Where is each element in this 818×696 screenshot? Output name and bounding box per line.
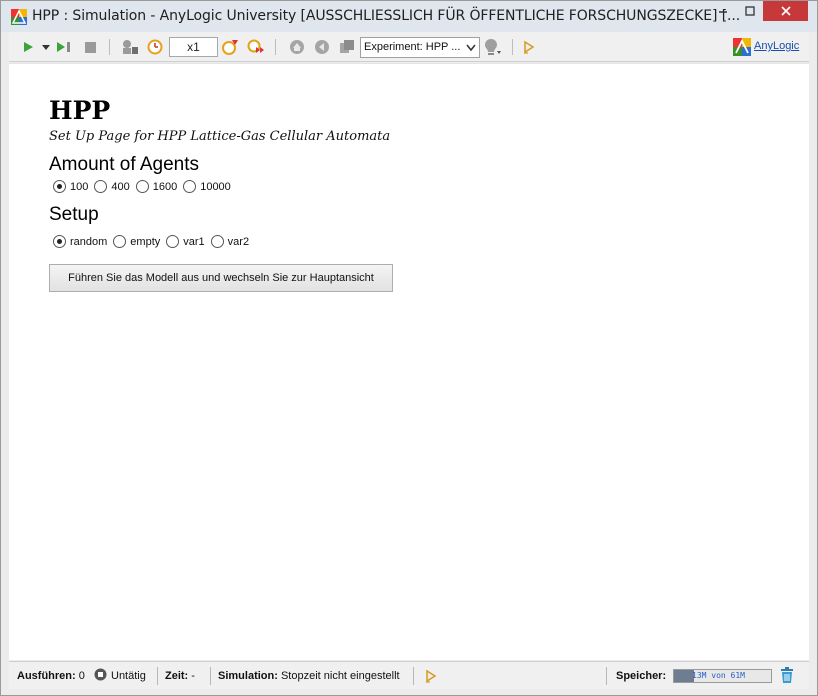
speed-faster-icon[interactable] bbox=[247, 38, 265, 56]
radio-button[interactable] bbox=[166, 235, 180, 248]
toolbar-separator bbox=[109, 39, 110, 55]
time-value: - bbox=[191, 670, 195, 682]
radio-button[interactable] bbox=[183, 180, 197, 193]
status-separator bbox=[157, 667, 158, 685]
status-separator bbox=[210, 667, 211, 685]
radio-label: 400 bbox=[111, 180, 130, 193]
maximize-icon[interactable] bbox=[737, 1, 763, 21]
agents-option-10000[interactable]: 10000 bbox=[183, 180, 231, 193]
radio-button[interactable] bbox=[113, 235, 127, 248]
experiment-select-value: Experiment: HPP ... bbox=[364, 41, 461, 53]
simulation-label: Simulation: bbox=[218, 670, 278, 682]
toolbar-separator bbox=[275, 39, 276, 55]
toolbar: x1 Experiment: HPP ... AnyLogic bbox=[9, 32, 809, 62]
radio-label: var2 bbox=[227, 235, 250, 248]
time-label: Zeit: bbox=[165, 670, 189, 682]
idle-icon bbox=[94, 668, 107, 684]
speed-slower-icon[interactable] bbox=[221, 38, 239, 56]
radio-button[interactable] bbox=[94, 180, 108, 193]
memory-label: Speicher: bbox=[616, 670, 666, 682]
model-canvas: HPP Set Up Page for HPP Lattice-Gas Cell… bbox=[9, 63, 809, 660]
setup-radio-group: random empty var1 var2 bbox=[53, 235, 255, 248]
run-label: Ausführen: bbox=[17, 670, 76, 682]
time-status: Zeit: - bbox=[165, 670, 195, 682]
agents-option-100[interactable]: 100 bbox=[53, 180, 88, 193]
run-status: Ausführen: 0 bbox=[17, 670, 85, 682]
step-icon[interactable] bbox=[55, 38, 73, 56]
close-icon[interactable] bbox=[763, 1, 808, 21]
simulation-value: Stopzeit nicht eingestellt bbox=[280, 670, 400, 682]
run-state: Untätig bbox=[111, 670, 146, 682]
stop-icon[interactable] bbox=[83, 38, 97, 56]
radio-button[interactable] bbox=[210, 235, 224, 248]
app-window: HPP : Simulation - AnyLogic University [… bbox=[0, 0, 818, 696]
toolbar-separator bbox=[512, 39, 513, 55]
radio-label: random bbox=[70, 235, 108, 248]
title-bar: HPP : Simulation - AnyLogic University [… bbox=[1, 1, 817, 32]
memory-text: 13M von 61M bbox=[692, 671, 745, 680]
garbage-collect-icon[interactable] bbox=[780, 667, 794, 687]
radio-button[interactable] bbox=[53, 235, 66, 248]
chevron-down-icon bbox=[466, 38, 476, 57]
status-bar: Ausführen: 0 Untätig Zeit: - Simulation:… bbox=[9, 661, 809, 689]
simulation-status: Simulation: Stopzeit nicht eingestellt bbox=[218, 670, 400, 682]
run-icon[interactable] bbox=[21, 38, 35, 56]
radio-label: 100 bbox=[70, 180, 89, 193]
home-icon[interactable] bbox=[288, 38, 306, 56]
run-model-button[interactable]: Führen Sie das Modell aus und wechseln S… bbox=[49, 264, 393, 292]
radio-label: 10000 bbox=[200, 180, 231, 193]
anylogic-logo bbox=[733, 38, 751, 56]
agents-radio-group: 100 400 1600 10000 bbox=[53, 180, 237, 193]
setup-option-var1[interactable]: var1 bbox=[166, 235, 205, 248]
anylogic-link[interactable]: AnyLogic bbox=[754, 40, 799, 52]
agents-heading: Amount of Agents bbox=[49, 154, 199, 175]
radio-label: var1 bbox=[183, 235, 205, 248]
dropdown-icon[interactable] bbox=[41, 38, 51, 56]
radio-button[interactable] bbox=[135, 180, 149, 193]
status-separator bbox=[606, 667, 607, 685]
setup-heading: Setup bbox=[49, 204, 99, 225]
back-icon[interactable] bbox=[313, 38, 331, 56]
memory-label-text: Speicher: bbox=[616, 670, 667, 682]
setup-option-empty[interactable]: empty bbox=[113, 235, 160, 248]
run-count: 0 bbox=[78, 670, 85, 682]
status-separator bbox=[413, 667, 414, 685]
trace-icon[interactable] bbox=[425, 669, 437, 686]
trace-icon[interactable] bbox=[522, 38, 536, 56]
memory-bar: 13M von 61M bbox=[673, 669, 772, 683]
experiment-select[interactable]: Experiment: HPP ... bbox=[360, 37, 480, 58]
speed-field[interactable]: x1 bbox=[169, 37, 218, 57]
radio-button[interactable] bbox=[53, 180, 66, 193]
page-subtitle: Set Up Page for HPP Lattice-Gas Cellular… bbox=[49, 129, 391, 144]
agents-option-400[interactable]: 400 bbox=[94, 180, 130, 193]
navigate-icon[interactable] bbox=[338, 38, 356, 56]
setup-option-var2[interactable]: var2 bbox=[210, 235, 250, 248]
agent-icon[interactable] bbox=[121, 38, 139, 56]
radio-label: 1600 bbox=[152, 180, 178, 193]
window-title: HPP : Simulation - AnyLogic University [… bbox=[32, 8, 741, 24]
setup-option-random[interactable]: random bbox=[53, 235, 107, 248]
page-title: HPP bbox=[49, 96, 111, 125]
view-icon[interactable] bbox=[483, 38, 503, 56]
agents-option-1600[interactable]: 1600 bbox=[135, 180, 178, 193]
realtime-icon[interactable] bbox=[147, 38, 163, 56]
radio-label: empty bbox=[130, 235, 161, 248]
anylogic-app-icon bbox=[11, 9, 27, 25]
minimize-icon[interactable] bbox=[710, 1, 736, 21]
